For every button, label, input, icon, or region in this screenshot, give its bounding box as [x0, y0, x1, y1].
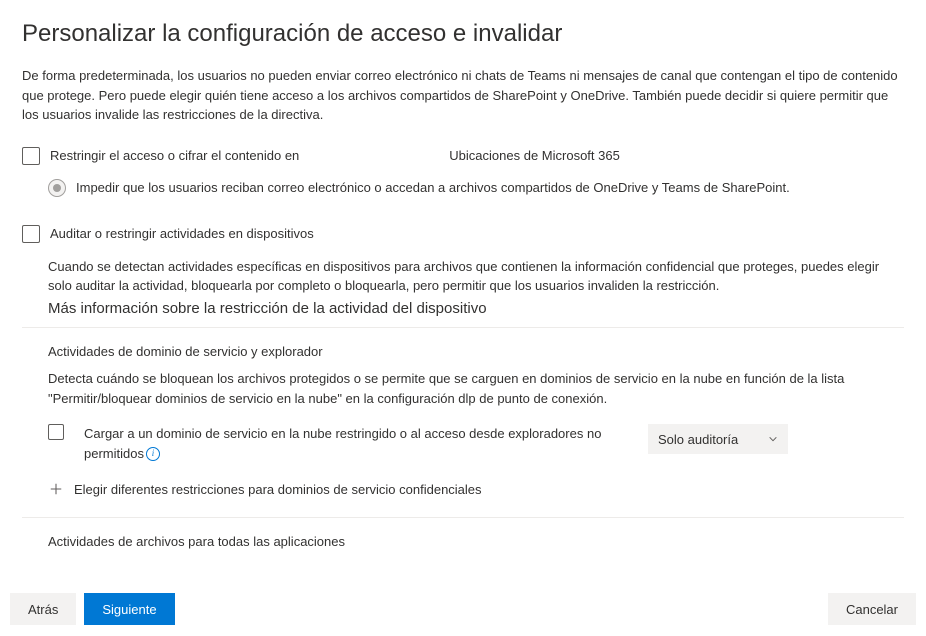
more-info-link[interactable]: Más información sobre la restricción de … — [48, 300, 904, 317]
chevron-down-icon — [768, 434, 778, 444]
audit-mode-dropdown[interactable]: Solo auditoría — [648, 424, 788, 454]
divider-2 — [22, 517, 904, 518]
plus-icon — [48, 481, 64, 497]
restrict-access-checkbox[interactable] — [22, 147, 40, 165]
restrict-access-label: Restringir el acceso o cifrar el conteni… — [50, 148, 299, 163]
footer-bar: Atrás Siguiente Cancelar — [0, 582, 926, 636]
files-section-title: Actividades de archivos para todas las a… — [48, 534, 904, 549]
dropdown-value: Solo auditoría — [658, 432, 738, 447]
cancel-button[interactable]: Cancelar — [828, 593, 916, 625]
divider — [22, 327, 904, 328]
next-button[interactable]: Siguiente — [84, 593, 174, 625]
domain-section-title: Actividades de dominio de servicio y exp… — [48, 344, 904, 359]
prevent-users-label: Impedir que los usuarios reciban correo … — [76, 180, 790, 195]
audit-restrict-checkbox[interactable] — [22, 225, 40, 243]
upload-domain-label: Cargar a un dominio de servicio en la nu… — [84, 424, 608, 463]
back-button[interactable]: Atrás — [10, 593, 76, 625]
page-title: Personalizar la configuración de acceso … — [22, 20, 904, 48]
prevent-users-radio[interactable] — [48, 179, 66, 197]
add-restrictions-row[interactable]: Elegir diferentes restricciones para dom… — [48, 481, 904, 497]
upload-domain-checkbox[interactable] — [48, 424, 64, 440]
audit-restrict-label: Auditar o restringir actividades en disp… — [50, 226, 314, 241]
domain-section-desc: Detecta cuándo se bloquean los archivos … — [48, 369, 904, 411]
restrict-access-sublabel: Ubicaciones de Microsoft 365 — [449, 148, 620, 163]
intro-text: De forma predeterminada, los usuarios no… — [22, 66, 904, 125]
audit-desc: Cuando se detectan actividades específic… — [48, 257, 904, 296]
info-icon[interactable]: i — [146, 447, 160, 461]
add-restrictions-label: Elegir diferentes restricciones para dom… — [74, 482, 482, 497]
